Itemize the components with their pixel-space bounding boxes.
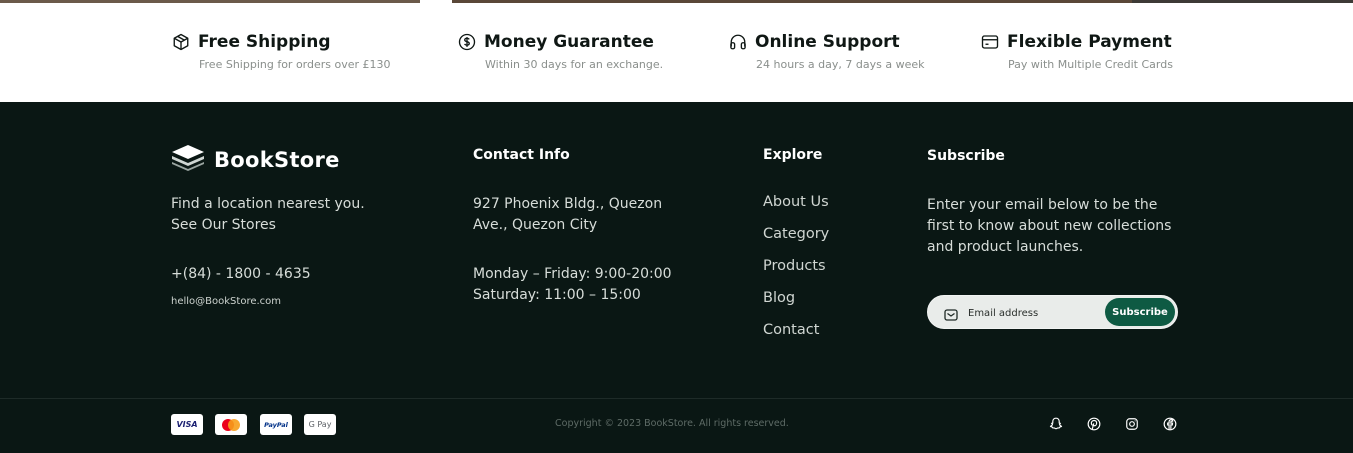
- explore-title: Explore: [763, 147, 823, 163]
- subscribe-text-line2: first to know about new collections: [927, 218, 1172, 234]
- features-bar: Free Shipping Free Shipping for orders o…: [0, 3, 1353, 102]
- feature-subtitle: 24 hours a day, 7 days a week: [756, 58, 925, 71]
- facebook-icon[interactable]: [1162, 416, 1178, 432]
- visa-badge: VISA: [171, 414, 203, 435]
- pinterest-icon[interactable]: [1086, 416, 1102, 432]
- phone-number[interactable]: +(84) - 1800 - 4635: [171, 264, 311, 285]
- hours-line1: Monday – Friday: 9:00-20:00: [473, 266, 672, 282]
- feature-title: Online Support: [755, 32, 900, 52]
- footer-divider: [0, 398, 1353, 399]
- footer-link-category[interactable]: Category: [763, 226, 829, 242]
- address-line2: Ave., Quezon City: [473, 217, 598, 233]
- feature-title: Flexible Payment: [1007, 32, 1172, 52]
- feature-subtitle: Free Shipping for orders over £130: [199, 58, 391, 71]
- address-line1: 927 Phoenix Bldg., Quezon: [473, 196, 663, 212]
- email-input[interactable]: [966, 302, 1100, 324]
- instagram-icon[interactable]: [1124, 416, 1140, 432]
- see-our-stores-link[interactable]: See Our Stores: [171, 215, 276, 236]
- paypal-badge: PayPal: [260, 414, 292, 435]
- subscribe-text-line3: and product launches.: [927, 239, 1084, 255]
- feature-title: Money Guarantee: [484, 32, 654, 52]
- subscribe-title: Subscribe: [927, 148, 1005, 164]
- mail-icon: [944, 306, 958, 321]
- site-footer: BookStore Find a location nearest you. S…: [0, 102, 1353, 453]
- copyright-text: Copyright © 2023 BookStore. All rights r…: [555, 418, 789, 429]
- feature-subtitle: Within 30 days for an exchange.: [485, 58, 664, 71]
- brand-tagline-line1: Find a location nearest you.: [171, 196, 365, 212]
- book-stack-icon: [171, 144, 205, 175]
- subscribe-text-line1: Enter your email below to be the: [927, 197, 1158, 213]
- gpay-badge: G Pay: [304, 414, 336, 435]
- feature-subtitle: Pay with Multiple Credit Cards: [1008, 58, 1173, 71]
- footer-link-blog[interactable]: Blog: [763, 290, 795, 306]
- feature-title: Free Shipping: [198, 32, 331, 52]
- email-address[interactable]: hello@BookStore.com: [171, 296, 281, 307]
- package-icon: [172, 33, 190, 51]
- snapchat-icon[interactable]: [1048, 416, 1064, 432]
- subscribe-button[interactable]: Subscribe: [1105, 298, 1175, 326]
- footer-link-about-us[interactable]: About Us: [763, 194, 829, 210]
- contact-info-title: Contact Info: [473, 147, 570, 163]
- mastercard-badge: [215, 414, 247, 435]
- footer-link-products[interactable]: Products: [763, 258, 826, 274]
- footer-logo[interactable]: BookStore: [171, 144, 340, 175]
- dollar-circle-icon: [458, 33, 476, 51]
- subscribe-form: Subscribe: [927, 295, 1178, 329]
- footer-link-contact[interactable]: Contact: [763, 322, 819, 338]
- brand-name: BookStore: [214, 147, 340, 172]
- hours-line2: Saturday: 11:00 – 15:00: [473, 287, 641, 303]
- credit-card-icon: [981, 33, 999, 51]
- headphones-icon: [729, 33, 747, 51]
